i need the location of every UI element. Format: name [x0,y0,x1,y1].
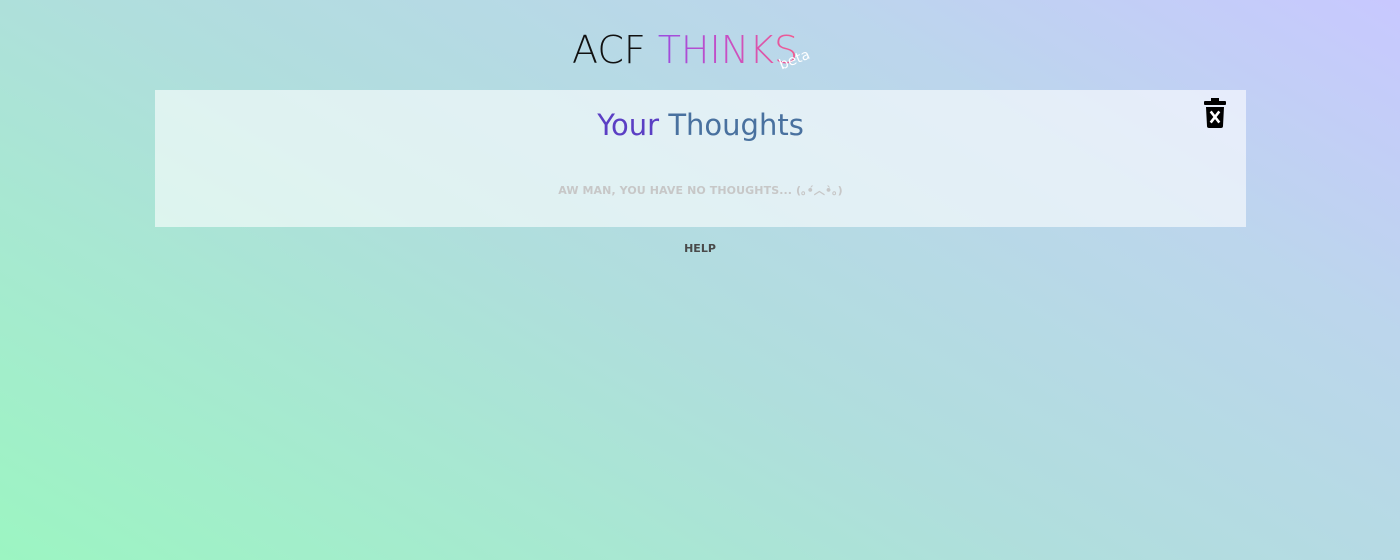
panel-title: Your Thoughts [155,108,1246,142]
trash-x-icon [1204,98,1226,128]
logo-acf-text: ACF [572,28,646,72]
help-link[interactable]: HELP [0,242,1400,255]
empty-thoughts-message: AW MAN, YOU HAVE NO THOUGHTS... (｡•́︿•̀｡… [558,184,843,197]
clear-thoughts-button[interactable] [1204,98,1226,128]
panel-title-word-thoughts: Thoughts [668,108,804,142]
logo-thinks-text: THINKS [657,28,799,72]
app-logo: ACF THINKS beta [572,28,812,78]
thoughts-panel: Your Thoughts AW MAN, YOU HAVE NO THOUGH… [155,90,1246,227]
panel-title-word-your: Your [597,108,660,142]
